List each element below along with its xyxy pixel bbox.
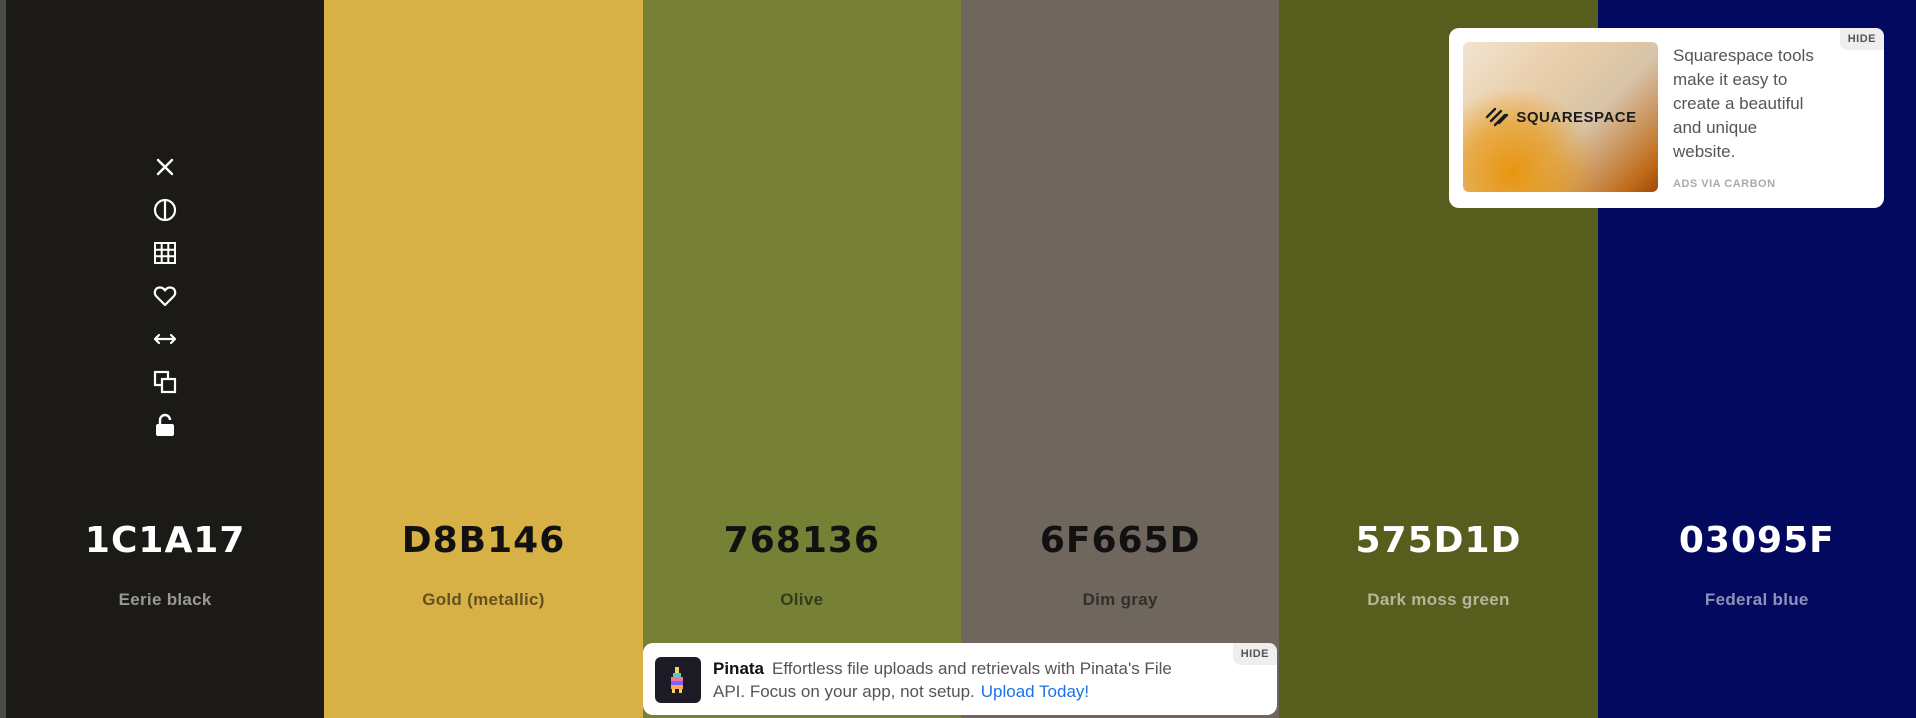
swatch-toolbar bbox=[6, 150, 324, 451]
pinata-ad[interactable]: Pinata Effortless file uploads and retrie… bbox=[643, 643, 1277, 715]
pinata-title: Pinata bbox=[713, 659, 765, 678]
close-icon[interactable] bbox=[148, 150, 182, 184]
hex-code[interactable]: 575D1D bbox=[1279, 520, 1597, 561]
color-name[interactable]: Eerie black bbox=[6, 590, 324, 610]
hex-code[interactable]: D8B146 bbox=[324, 520, 642, 561]
contrast-icon[interactable] bbox=[148, 193, 182, 227]
swatch[interactable]: 768136 Olive bbox=[642, 0, 961, 718]
carbon-ad[interactable]: SQUARESPACE Squarespace tools make it ea… bbox=[1449, 28, 1884, 208]
ad-body: Squarespace tools make it easy to create… bbox=[1658, 42, 1870, 194]
ad-image[interactable]: SQUARESPACE bbox=[1463, 42, 1658, 192]
hex-code[interactable]: 768136 bbox=[643, 520, 961, 561]
ads-via-carbon-link[interactable]: ADS VIA CARBON bbox=[1673, 178, 1870, 190]
squarespace-logo: SQUARESPACE bbox=[1484, 106, 1636, 128]
upload-today-link[interactable]: Upload Today! bbox=[981, 682, 1089, 701]
squarespace-icon bbox=[1486, 107, 1509, 127]
ad-brand-text: SQUARESPACE bbox=[1516, 108, 1637, 126]
shades-grid-icon[interactable] bbox=[148, 236, 182, 270]
hide-pinata-button[interactable]: HIDE bbox=[1232, 643, 1277, 665]
color-name[interactable]: Olive bbox=[643, 590, 961, 610]
pinata-description: Effortless file uploads and retrievals w… bbox=[713, 659, 1172, 701]
heart-icon[interactable] bbox=[148, 279, 182, 313]
hex-code[interactable]: 6F665D bbox=[961, 520, 1279, 561]
swatch[interactable]: D8B146 Gold (metallic) bbox=[324, 0, 643, 718]
color-name[interactable]: Gold (metallic) bbox=[324, 590, 642, 610]
copy-icon[interactable] bbox=[148, 365, 182, 399]
color-name[interactable]: Dim gray bbox=[961, 590, 1279, 610]
hex-code[interactable]: 1C1A17 bbox=[6, 520, 324, 561]
pinata-ad-text: Pinata Effortless file uploads and retrie… bbox=[713, 657, 1207, 703]
color-name[interactable]: Federal blue bbox=[1598, 590, 1916, 610]
unlock-icon[interactable] bbox=[148, 408, 182, 442]
swatch[interactable]: 1C1A17 Eerie black bbox=[6, 0, 325, 718]
pinata-icon bbox=[671, 667, 683, 693]
color-name[interactable]: Dark moss green bbox=[1279, 590, 1597, 610]
pinata-logo-icon bbox=[655, 657, 701, 703]
ad-text[interactable]: Squarespace tools make it easy to create… bbox=[1673, 44, 1870, 164]
swatch[interactable]: 6F665D Dim gray bbox=[960, 0, 1280, 718]
hide-ad-button[interactable]: HIDE bbox=[1839, 28, 1884, 50]
hex-code[interactable]: 03095F bbox=[1598, 520, 1916, 561]
drag-arrows-icon[interactable] bbox=[148, 322, 182, 356]
